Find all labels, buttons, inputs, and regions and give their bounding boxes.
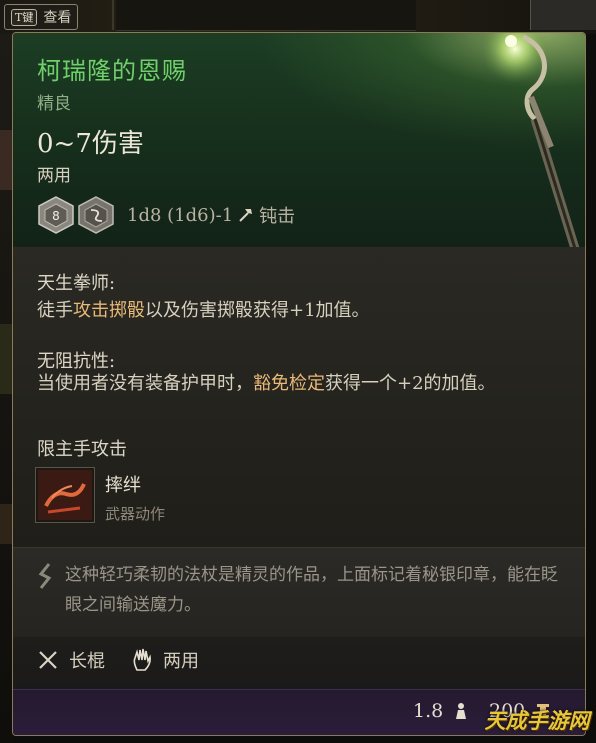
- item-tooltip: 柯瑞隆的恩赐 精良 0~7伤害 两用 8 1d8 (1d6)-1 钝击 天生拳师…: [12, 32, 586, 736]
- trait-text-part: 获得一个+2的加值。: [325, 373, 496, 394]
- tooltip-body: 天生拳师: 徒手攻击掷骰以及伤害掷骰获得+1加值。 无阻抗性: 当使用者没有装备…: [13, 247, 585, 547]
- flavor-section: 这种轻巧柔韧的法杖是精灵的作品，上面标记着秘银印章，能在眨眼之间输送魔力。: [13, 547, 585, 638]
- weapon-properties: 长棍 两用: [13, 637, 585, 689]
- dice-formula-text: 1d8 (1d6)-1: [127, 204, 234, 226]
- attack-restriction: 限主手攻击: [37, 439, 127, 460]
- hammer-icon: [239, 209, 253, 222]
- topbar-corner-slot: [530, 0, 596, 30]
- examine-label: 查看: [43, 10, 72, 26]
- hand-icon: [133, 648, 151, 671]
- hotkey-label: T键: [11, 8, 38, 26]
- dice-face-value: 8: [52, 209, 60, 223]
- handedness-property: 两用: [131, 647, 199, 673]
- item-weight: 1.8: [413, 700, 469, 722]
- trait-text: 徒手攻击掷骰以及伤害掷骰获得+1加值。: [37, 295, 557, 326]
- damage-type: 钝击: [259, 206, 296, 227]
- tooltip-header: 柯瑞隆的恩赐 精良 0~7伤害 两用 8 1d8 (1d6)-1 钝击: [13, 33, 585, 257]
- trait-text: 当使用者没有装备护甲时，豁免检定获得一个+2的加值。: [37, 368, 517, 399]
- trait-keyword[interactable]: 豁免检定: [253, 373, 325, 394]
- item-name: 柯瑞隆的恩赐: [37, 57, 187, 85]
- dice-formula: 1d8 (1d6)-1 钝击: [127, 202, 295, 228]
- trait-text-part: 徒手: [37, 300, 73, 321]
- dice-icon: 8: [38, 196, 74, 234]
- staff-icon: [481, 33, 582, 257]
- item-handedness: 两用: [37, 166, 71, 186]
- flavor-text: 这种轻巧柔韧的法杖是精灵的作品，上面标记着秘银印章，能在眨眼之间输送魔力。: [65, 565, 558, 615]
- trait-text-part: 当使用者没有装备护甲时，: [37, 373, 253, 394]
- item-rarity: 精良: [37, 94, 71, 114]
- trait-title: 天生拳师:: [37, 273, 116, 294]
- dice-row: 8 1d8 (1d6)-1 钝击: [37, 193, 295, 237]
- weapon-action-type: 武器动作: [105, 505, 166, 523]
- trait-text-part: 以及伤害掷骰获得+1加值。: [145, 300, 370, 321]
- dice-icon: [78, 196, 114, 234]
- weapon-class-property: 长棍: [37, 647, 105, 673]
- weapon-action-slot[interactable]: [35, 467, 95, 523]
- quill-icon: [38, 563, 52, 589]
- trip-action-icon: [38, 470, 92, 520]
- site-watermark: 天成手游网: [484, 708, 590, 733]
- item-damage: 0~7伤害: [37, 129, 144, 159]
- weapon-action-name: 摔绊: [105, 475, 141, 496]
- weight-value: 1.8: [413, 700, 444, 722]
- trait-keyword[interactable]: 攻击掷骰: [73, 300, 145, 321]
- crossed-staves-icon: [39, 651, 57, 669]
- examine-hotkey[interactable]: T键 查看: [4, 4, 79, 30]
- topbar-divider: [112, 0, 114, 30]
- weapon-class-label: 长棍: [69, 651, 105, 672]
- weight-icon: [456, 703, 467, 719]
- topbar-slot: [116, 0, 416, 31]
- handedness-label: 两用: [163, 651, 199, 672]
